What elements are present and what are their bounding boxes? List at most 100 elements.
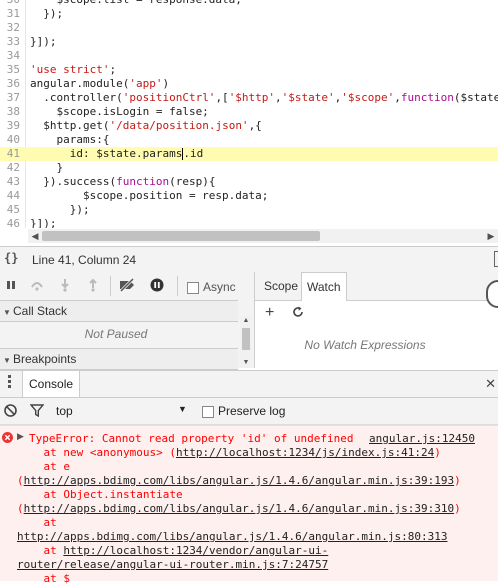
filter-icon[interactable] [29,404,45,420]
code-line[interactable]: 30 $scope.list = response.data; [0,0,498,7]
stack-text: at new <anonymous> ( [17,446,176,459]
line-number[interactable]: 38 [0,105,20,119]
panel-toggle-icon[interactable] [494,251,498,267]
watch-empty: No Watch Expressions [304,338,426,352]
code-line[interactable]: 34 [0,49,498,63]
sidebar-scrollbar[interactable]: ▲ ▼ [240,316,252,368]
step-over-icon[interactable] [28,278,46,296]
line-number[interactable]: 45 [0,203,20,217]
code-line[interactable]: 44 $scope.position = resp.data; [0,189,498,203]
stack-source-link[interactable]: http://apps.bdimg.com/libs/angular.js/1.… [24,502,454,515]
scrollbar-thumb[interactable] [42,231,320,241]
editor-status-bar: {} Line 41, Column 24 [0,246,498,273]
stack-source-link[interactable]: http://localhost:1234/vendor/angular-ui- [63,544,328,557]
line-number[interactable]: 39 [0,119,20,133]
code-line[interactable]: 32 [0,21,498,35]
deactivate-breakpoints-icon[interactable] [118,277,136,296]
preserve-log-checkbox[interactable]: Preserve log [202,404,285,418]
line-number[interactable]: 30 [0,0,20,7]
pause-on-exceptions-icon[interactable] [148,278,166,296]
stack-text: at Object.instantiate [17,488,183,501]
line-number[interactable]: 37 [0,91,20,105]
scroll-right-arrow-icon[interactable]: ▶ [484,229,498,243]
async-checkbox-box[interactable] [187,281,199,294]
code-editor[interactable]: 30 $scope.list = response.data;31 });323… [0,0,498,228]
debugger-sidebar: Async ▼ Call Stack Not Paused ▼ Breakpoint… [0,272,255,370]
code-line[interactable]: 39 $http.get('/data/position.json',{ [0,119,498,133]
async-label: Async [203,280,236,294]
scroll-left-arrow-icon[interactable]: ◀ [28,229,42,243]
code-line[interactable]: 41 id: $state.params.id [0,147,498,161]
step-out-icon[interactable] [84,278,102,296]
line-number[interactable]: 31 [0,7,20,21]
breakpoints-header[interactable]: ▼ Breakpoints [0,348,238,370]
add-watch-icon[interactable]: + [265,304,274,322]
code-line[interactable]: 35 'use strict'; [0,63,498,77]
stack-frame: router/release/angular-ui-router.min.js:… [17,558,328,572]
refresh-icon[interactable] [292,306,304,321]
editor-horizontal-scrollbar[interactable]: ◀ ▶ [28,229,498,243]
line-number[interactable]: 35 [0,63,20,77]
line-number[interactable]: 40 [0,133,20,147]
scrollbar-thumb[interactable] [242,328,250,350]
code-line[interactable]: 40 params:{ [0,133,498,147]
code-text: .controller('positionCtrl',['$http','$st… [30,91,498,104]
pretty-print-icon[interactable]: {} [4,251,18,265]
async-checkbox[interactable]: Async [187,280,236,294]
expand-triangle-icon[interactable]: ▶ [17,431,24,442]
preserve-log-box[interactable] [202,405,214,418]
context-dropdown-icon[interactable]: ▼ [178,404,187,414]
breakpoints-title: Breakpoints [13,352,77,366]
code-line[interactable]: 45 }); [0,203,498,217]
tab-scope[interactable]: Scope [259,272,303,300]
code-text: id: $state.params.id [30,147,204,160]
line-number[interactable]: 41 [0,147,20,161]
code-text: }); [30,203,90,216]
stack-source-link[interactable]: http://apps.bdimg.com/libs/angular.js/1.… [17,530,447,543]
text-cursor [182,148,184,160]
line-number[interactable]: 33 [0,35,20,49]
line-number[interactable]: 44 [0,189,20,203]
stack-source-link[interactable]: http://apps.bdimg.com/libs/angular.js/1.… [24,474,454,487]
watch-panel: Scope Watch + No Watch Expressions [255,272,498,368]
drawer-menu-icon[interactable] [8,375,11,388]
line-number[interactable]: 32 [0,21,20,35]
tab-watch[interactable]: Watch [301,272,347,301]
floating-button[interactable] [486,280,498,308]
stack-source-link[interactable]: router/release/angular-ui-router.min.js:… [17,558,328,571]
scroll-up-arrow-icon[interactable]: ▲ [240,316,252,326]
code-line[interactable]: 36 angular.module('app') [0,77,498,91]
stack-source-link[interactable]: http://localhost:1234/js/index.js:41:24 [176,446,434,459]
code-line[interactable]: 42 } [0,161,498,175]
tab-console[interactable]: Console [22,371,81,397]
line-number[interactable]: 46 [0,217,20,228]
stack-frame: at $ [17,572,70,586]
code-text: 'use strict'; [30,63,117,76]
clear-console-icon[interactable] [4,404,17,420]
console-toolbar: top ▼ Preserve log [0,398,498,425]
call-stack-header[interactable]: ▼ Call Stack [0,300,238,322]
code-text: }]); [30,217,57,228]
line-number[interactable]: 36 [0,77,20,91]
code-text: $scope.isLogin = false; [30,105,209,118]
line-number[interactable]: 34 [0,49,20,63]
close-drawer-icon[interactable]: ✕ [485,376,496,392]
code-line[interactable]: 43 }).success(function(resp){ [0,175,498,189]
code-text: }).success(function(resp){ [30,175,216,188]
stack-text: ( [17,502,24,515]
line-number[interactable]: 42 [0,161,20,175]
stack-frame: (http://apps.bdimg.com/libs/angular.js/1… [17,474,461,488]
line-number[interactable]: 43 [0,175,20,189]
code-line[interactable]: 37 .controller('positionCtrl',['$http','… [0,91,498,105]
scroll-down-arrow-icon[interactable]: ▼ [240,358,252,368]
step-into-icon[interactable] [56,278,74,296]
error-source-link[interactable]: angular.js:12450 [369,432,475,446]
code-line[interactable]: 46}]); [0,217,498,228]
code-line[interactable]: 33}]); [0,35,498,49]
pause-icon[interactable] [2,278,20,296]
code-line[interactable]: 38 $scope.isLogin = false; [0,105,498,119]
stack-frame: at new <anonymous> (http://localhost:123… [17,446,440,460]
call-stack-empty: Not Paused [84,327,148,341]
context-select[interactable]: top [56,404,73,418]
code-line[interactable]: 31 }); [0,7,498,21]
